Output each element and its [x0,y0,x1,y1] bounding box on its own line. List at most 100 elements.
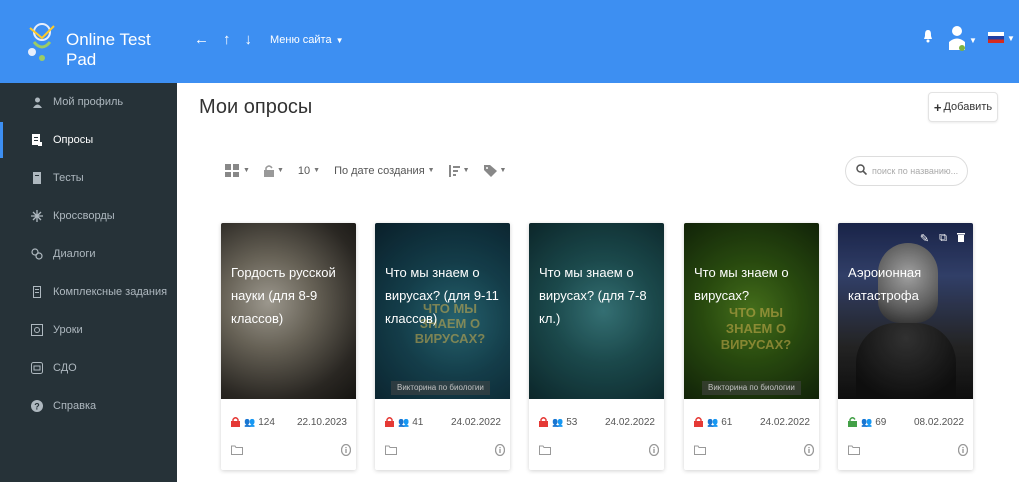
per-page-dropdown[interactable]: 10 ▼ [298,165,320,177]
respondents-count: 👥 69 [861,416,887,428]
view-mode-dropdown[interactable]: ▼ [225,164,250,177]
tag-filter-dropdown[interactable]: ▼ [483,164,507,177]
poll-card-meta: 👥 41 24.02.2022 [385,415,501,429]
sort-dropdown[interactable]: По дате создания ▼ [334,165,435,177]
poll-card-title[interactable]: Аэроионная катастрофа [848,261,966,307]
language-chevron-icon[interactable]: ▼ [1007,34,1015,43]
respondents-count: 👥 53 [552,416,578,428]
respondents-icon: 👥 [861,416,873,427]
info-icon[interactable] [340,443,352,459]
edit-pencil-icon[interactable]: ✎ [920,232,929,245]
sidebar-item-label: СДО [53,362,77,374]
tag-icon [483,164,497,177]
poll-card-footer [539,443,660,459]
chevron-down-icon: ▼ [276,167,284,174]
complex-task-icon [30,285,44,299]
folder-icon[interactable] [385,445,397,458]
poll-card-date: 24.02.2022 [604,416,655,428]
folder-icon[interactable] [231,445,243,458]
chevron-down-icon: ▼ [243,167,250,174]
sidebar-item-crosswords[interactable]: Кроссворды [0,198,177,234]
poll-card[interactable]: Гордость русской науки (для 8-9 классов)… [221,223,356,470]
user-avatar-icon[interactable] [947,24,967,52]
sidebar-item-polls[interactable]: Опросы [0,122,177,158]
sidebar-item-dialogs[interactable]: Диалоги [0,236,177,272]
chevron-down-icon: ▼ [427,167,435,174]
svg-text:?: ? [34,402,40,412]
sidebar-item-lessons[interactable]: Уроки [0,312,177,348]
poll-card-footer [694,443,815,459]
poll-card[interactable]: ✎ ⧉ Аэроионная катастрофа 👥 69 08.02.2022 [838,223,973,470]
add-button[interactable]: + Добавить [928,92,998,122]
lock-icon [539,417,548,427]
respondents-count: 👥 124 [244,416,275,428]
info-icon[interactable] [957,443,969,459]
sort-order-icon [448,164,460,177]
bell-icon[interactable] [923,29,933,43]
chevron-down-icon: ▼ [313,167,321,174]
sidebar-item-label: Мой профиль [53,96,124,108]
chevron-down-icon: ▼ [462,167,470,174]
sidebar-item-lms[interactable]: СДО [0,350,177,386]
sidebar-item-profile[interactable]: Мой профиль [0,84,177,120]
back-arrow-icon[interactable]: ← [194,31,209,49]
sidebar: Мой профиль Опросы Тесты Кроссворды Диал… [0,83,177,482]
lesson-icon [30,323,44,337]
poll-card-date: 08.02.2022 [913,416,964,428]
sidebar-item-help[interactable]: ? Справка [0,388,177,424]
header-nav: ← ↑ ↓ Меню сайта ▼ [194,31,344,49]
site-menu-button[interactable]: Меню сайта [270,34,332,46]
user-icon [30,95,44,109]
poll-card-meta: 👥 124 22.10.2023 [231,415,347,429]
trash-icon[interactable] [957,232,965,245]
poll-card-title[interactable]: Что мы знаем о вирусах? [694,261,812,307]
sidebar-item-tests[interactable]: Тесты [0,160,177,196]
chevron-down-icon: ▼ [499,167,507,174]
poll-card-footer [385,443,506,459]
sort-order-dropdown[interactable]: ▼ [448,164,470,177]
poll-card-meta: 👥 69 08.02.2022 [848,415,964,429]
poll-card[interactable]: ЧТО МЫ ЗНАЕМ О ВИРУСАХ? Викторина по био… [375,223,510,470]
sidebar-item-complex-tasks[interactable]: Комплексные задания [0,274,177,310]
poll-card-image: ЧТО МЫ ЗНАЕМ О ВИРУСАХ? Викторина по био… [684,223,819,399]
folder-icon[interactable] [694,445,706,458]
lock-icon [231,417,240,427]
russian-flag-icon[interactable] [988,32,1004,43]
info-icon[interactable] [494,443,506,459]
respondents-icon: 👥 [398,416,410,427]
folder-icon[interactable] [848,445,860,458]
lock-icon [263,164,274,177]
poll-card-image [838,223,973,399]
poll-card[interactable]: Что мы знаем о вирусах? (для 7-8 кл.) 👥 5… [529,223,664,470]
info-icon[interactable] [803,443,815,459]
unlock-icon [848,417,857,427]
sidebar-item-label: Кроссворды [53,210,115,222]
access-filter-dropdown[interactable]: ▼ [263,164,284,177]
sidebar-item-label: Диалоги [53,248,96,260]
arrow-up-icon[interactable]: ↑ [223,31,231,49]
logo[interactable]: Online Test Pad [0,0,177,83]
arrow-down-icon[interactable]: ↓ [245,31,253,49]
sidebar-item-label: Тесты [53,172,84,184]
poll-card[interactable]: ЧТО МЫ ЗНАЕМ О ВИРУСАХ? Викторина по био… [684,223,819,470]
folder-icon[interactable] [539,445,551,458]
respondents-icon: 👥 [552,416,564,427]
poll-card-title[interactable]: Что мы знаем о вирусах? (для 9-11 классо… [385,261,503,330]
per-page-value: 10 [297,164,311,177]
sort-label: По дате создания [334,164,425,177]
info-icon[interactable] [648,443,660,459]
respondents-count: 👥 61 [707,416,733,428]
search-input[interactable]: поиск по названию... [845,156,968,186]
grid-view-icon [225,164,240,177]
poll-card-title[interactable]: Гордость русской науки (для 8-9 классов) [231,261,349,330]
top-header: Online Test Pad ← ↑ ↓ Меню сайта ▼ ▼ ▼ [0,0,1019,83]
card-tools: ✎ ⧉ [910,232,965,245]
dialog-icon [30,247,44,261]
page-title: Мои опросы [199,96,313,118]
poll-card-title[interactable]: Что мы знаем о вирусах? (для 7-8 кл.) [539,261,657,330]
test-icon [30,171,44,185]
user-menu-chevron-icon[interactable]: ▼ [969,36,977,45]
crossword-icon [30,209,44,223]
copy-icon[interactable]: ⧉ [939,232,947,245]
lock-icon [694,417,703,427]
